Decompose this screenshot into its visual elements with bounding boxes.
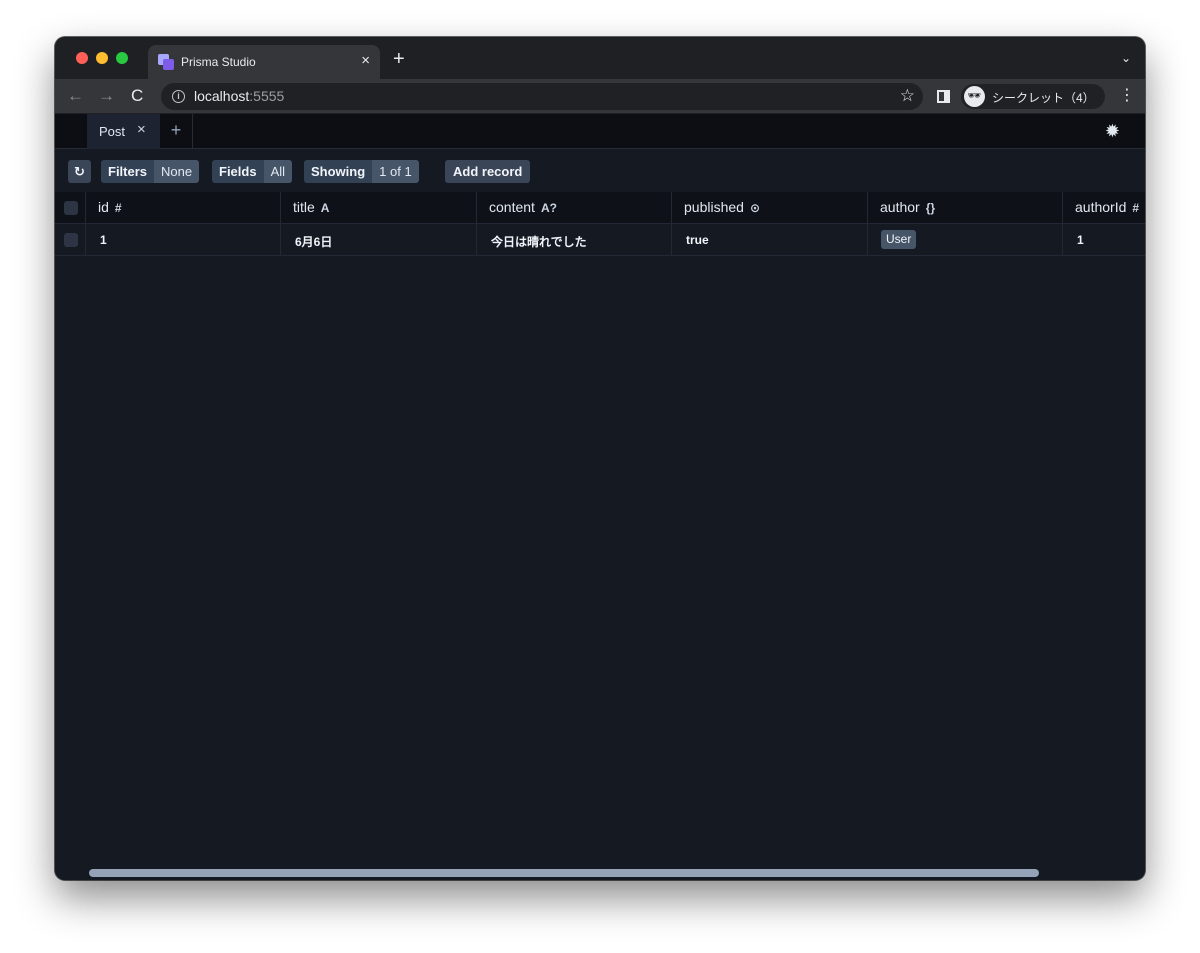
column-header-author[interactable]: author {} [868,192,1063,223]
new-tab-button[interactable]: + [393,49,405,69]
studio-tab-post[interactable]: Post × [87,114,160,149]
side-panel-icon[interactable] [937,90,950,103]
showing-label: Showing [304,160,373,183]
showing-button[interactable]: Showing 1 of 1 [304,160,419,183]
address-bar[interactable]: i localhost:5555 ☆ [161,83,923,110]
studio-tab-label: Post [99,124,126,139]
refresh-button[interactable]: ↻ [68,160,91,183]
studio-action-bar: ↻ Filters None Fields All Showing 1 of 1… [55,149,1145,192]
back-arrow-icon[interactable]: ← [67,86,84,106]
column-name: title [293,199,315,215]
column-header-title[interactable]: title A [281,192,477,223]
forward-arrow-icon[interactable]: → [98,86,115,106]
url-text[interactable]: localhost:5555 [194,88,284,104]
optional-string-type-icon: A? [540,201,557,215]
row-select-cell [55,224,86,255]
author-relation-chip[interactable]: User [881,230,917,249]
fields-value: All [263,160,293,183]
column-name: author [880,199,920,215]
settings-gear-icon[interactable]: ✹ [1105,121,1120,141]
column-header-authorid[interactable]: authorId # [1063,192,1145,223]
browser-toolbar: ← → C i localhost:5555 ☆ 🕶 シークレット（4） ⋮ [55,79,1145,114]
filters-value: None [154,160,200,183]
string-type-icon: A [320,201,330,215]
select-all-checkbox[interactable] [64,201,78,215]
site-info-icon[interactable]: i [172,90,185,103]
cell-author[interactable]: User [868,224,1063,255]
horizontal-scrollbar[interactable] [89,869,1039,877]
url-host: localhost [194,88,250,104]
incognito-profile-button[interactable]: 🕶 シークレット（4） [961,84,1105,109]
column-header-published[interactable]: published ⊙ [672,192,868,223]
reload-icon[interactable]: C [131,86,143,106]
column-name: id [98,199,109,215]
column-header-id[interactable]: id # [86,192,281,223]
fields-button[interactable]: Fields All [212,160,293,183]
number-type-icon: # [1132,201,1140,215]
column-header-content[interactable]: content A? [477,192,672,223]
header-select-cell [55,192,86,223]
column-name: authorId [1075,199,1127,215]
browser-tab-prisma-studio[interactable]: Prisma Studio × [148,45,380,79]
boolean-type-icon: ⊙ [749,201,760,215]
close-studio-tab-icon[interactable]: × [137,122,146,138]
browser-tab-title: Prisma Studio [181,55,256,69]
cell-value: 今日は晴れでした [491,235,587,249]
row-checkbox[interactable] [64,233,78,247]
cell-value: 6月6日 [295,235,333,249]
table-row[interactable]: 1 6月6日 今日は晴れでした true User 1 [55,224,1145,256]
close-window-button[interactable] [76,52,88,64]
minimize-window-button[interactable] [96,52,108,64]
cell-published[interactable]: true [672,224,868,255]
cell-value: 1 [100,233,107,247]
browser-menu-icon[interactable]: ⋮ [1119,87,1135,105]
url-port: :5555 [249,88,285,104]
number-type-icon: # [114,201,122,215]
cell-content[interactable]: 今日は晴れでした [477,224,672,255]
add-record-button[interactable]: Add record [445,160,531,183]
cell-value: true [686,233,709,247]
cell-id[interactable]: 1 [86,224,281,255]
browser-tab-strip: Prisma Studio × + ⌄ [55,37,1145,79]
cell-title[interactable]: 6月6日 [281,224,477,255]
incognito-icon: 🕶 [964,86,985,107]
fields-label: Fields [212,160,264,183]
add-studio-tab-button[interactable]: + [160,114,193,149]
bookmark-star-icon[interactable]: ☆ [900,86,915,106]
table-empty-area [55,256,1145,880]
close-tab-icon[interactable]: × [361,52,370,70]
cell-value: 1 [1077,233,1084,247]
tab-search-chevron-icon[interactable]: ⌄ [1121,51,1131,65]
showing-value: 1 of 1 [372,160,419,183]
prisma-favicon-icon [158,54,174,70]
filters-button[interactable]: Filters None [101,160,200,183]
zoom-window-button[interactable] [116,52,128,64]
relation-type-icon: {} [925,201,936,215]
column-name: published [684,199,744,215]
filters-label: Filters [101,160,155,183]
browser-window: Prisma Studio × + ⌄ ← → C i localhost:55… [55,37,1145,880]
cell-authorid[interactable]: 1 [1063,224,1145,255]
incognito-label: シークレット（4） [992,91,1095,105]
column-name: content [489,199,535,215]
studio-tab-bar: Post × + ✹ [55,114,1145,149]
table-header-row: id # title A content A? published ⊙ author {}… [55,192,1145,224]
